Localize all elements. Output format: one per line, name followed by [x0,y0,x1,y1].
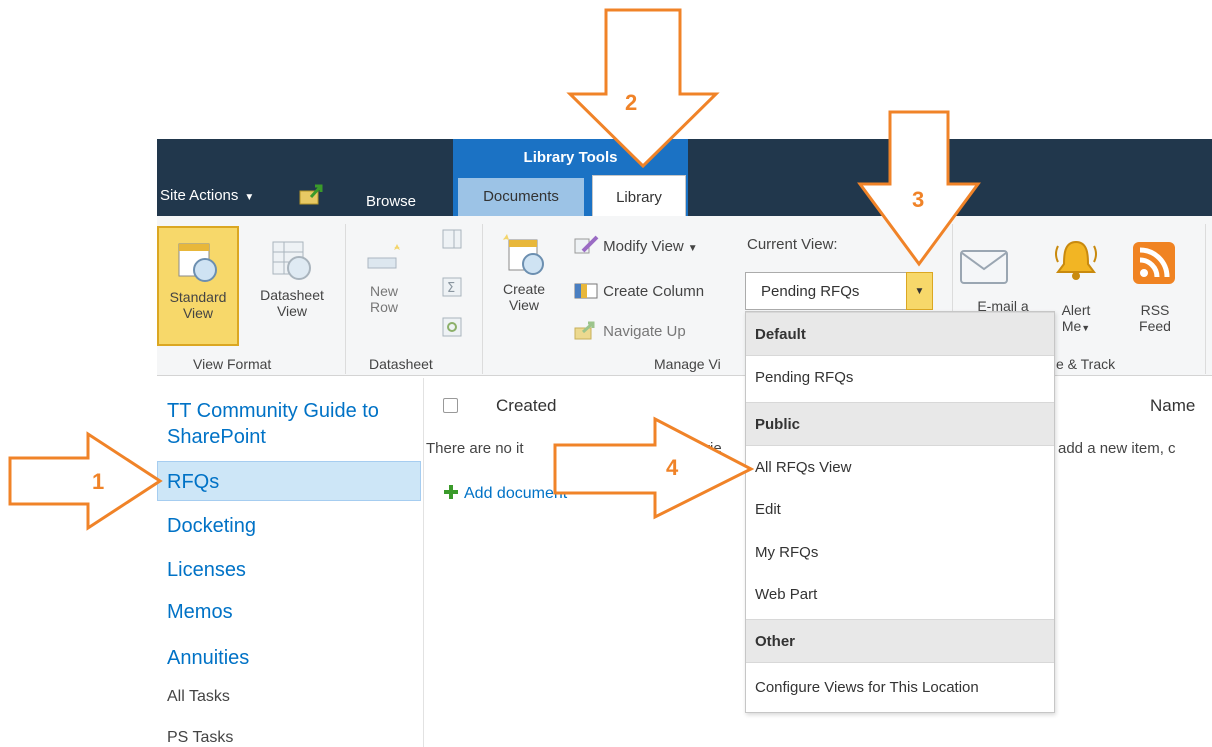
datasheet-view-icon [272,241,311,280]
modify-view-icon [574,235,599,254]
group-label-datasheet: Datasheet [369,356,433,372]
alert-me-label-text: Me [1061,318,1082,334]
navigate-up-small-icon [574,321,595,340]
new-row-label-2: Row [369,299,398,315]
caret-down-icon: ▼ [244,192,255,203]
annotation-arrow-2 [566,8,720,169]
standard-view-button[interactable]: Standard View [157,226,239,346]
standard-view-label-2: View [182,305,214,321]
create-column-button[interactable]: Create Column [573,280,704,300]
standard-view-label-1: Standard [169,289,227,305]
alert-me-button[interactable]: Alert Me▼ [1052,302,1100,342]
nav-item-rfqs[interactable]: RFQs [167,471,219,494]
annotation-arrow-4 [553,416,755,520]
datasheet-view-button[interactable]: Datasheet View [246,228,338,344]
group-divider [482,224,483,374]
column-header-created[interactable]: Created [496,396,556,416]
menu-item-my-rfqs[interactable]: My RFQs [755,544,818,561]
annotation-label-2: 2 [625,90,638,115]
create-column-label: Create Column [603,283,705,300]
new-row-icon [367,244,400,269]
site-title-link[interactable]: TT Community Guide to SharePoint [167,398,417,450]
left-nav-divider [423,378,424,747]
menu-group-default: Default [746,312,1054,356]
current-view-value: Pending RFQs [761,283,860,300]
nav-item-ps-tasks[interactable]: PS Tasks [167,729,233,747]
site-actions-menu[interactable]: Site Actions ▼ [160,187,254,204]
annotation-label-3: 3 [912,187,925,212]
group-divider [1205,224,1206,374]
standard-view-icon [178,243,217,282]
menu-item-edit[interactable]: Edit [755,501,781,518]
nav-item-memos[interactable]: Memos [167,601,233,624]
menu-group-public: Public [746,402,1054,446]
menu-item-configure-views[interactable]: Configure Views for This Location [755,679,979,696]
empty-list-message-end: add a new item, c [1058,440,1176,457]
group-label-manage-views: Manage Vi [654,356,721,372]
annotation-label-1: 1 [92,469,105,494]
nav-item-annuities[interactable]: Annuities [167,647,249,670]
alert-me-label-2: Me▼ [1052,318,1100,336]
tab-documents[interactable]: Documents [458,178,584,216]
group-label-view-format: View Format [193,356,272,372]
nav-item-licenses[interactable]: Licenses [167,559,246,582]
navigate-up-button[interactable]: Navigate Up [573,320,686,340]
navigate-up-label: Navigate Up [603,323,686,340]
create-view-label-1: Create [502,281,546,297]
refresh-data-icon[interactable] [441,316,463,338]
svg-text:Σ: Σ [447,281,455,296]
nav-item-all-tasks[interactable]: All Tasks [167,688,230,706]
create-view-button[interactable]: Create View [492,232,556,344]
select-all-checkbox[interactable] [443,398,458,413]
datasheet-view-label-2: View [276,303,308,319]
rss-feed-label-1: RSS [1140,302,1170,318]
tab-browse[interactable]: Browse [366,193,416,210]
menu-item-all-rfqs-view[interactable]: All RFQs View [755,459,851,476]
rss-feed-label-2: Feed [1139,318,1171,334]
modify-view-button[interactable]: Modify View ▼ [573,235,698,255]
alert-bell-icon[interactable] [1052,236,1100,286]
add-document-label: Add document [464,485,568,502]
menu-item-web-part[interactable]: Web Part [755,586,817,603]
caret-down-icon: ▼ [914,286,925,297]
annotation-arrow-1 [8,431,163,531]
menu-item-pending-rfqs[interactable]: Pending RFQs [755,369,853,386]
show-taskpane-icon[interactable] [441,228,463,250]
empty-list-message: There are no it [426,440,524,457]
datasheet-view-label-1: Datasheet [260,287,324,303]
add-document-link[interactable]: Add document [444,485,567,503]
navigate-up-icon[interactable] [299,183,325,205]
modify-view-label: Modify View [603,238,684,255]
rss-feed-button[interactable]: RSS Feed [1130,302,1180,342]
group-divider [345,224,346,374]
create-view-icon [503,234,544,275]
current-view-dropdown-button[interactable]: ▼ [906,272,933,310]
group-label-share-track: e & Track [1056,356,1116,372]
new-row-button[interactable]: New Row [355,240,413,344]
current-view-label: Current View: [747,236,838,253]
plus-icon [444,485,458,499]
annotation-label-4: 4 [666,455,679,480]
column-header-name[interactable]: Name [1150,396,1195,416]
tab-library[interactable]: Library [592,175,686,218]
alert-me-label-1: Alert [1061,302,1091,318]
nav-item-docketing[interactable]: Docketing [167,515,256,538]
caret-down-icon: ▼ [1081,323,1091,333]
caret-down-icon: ▼ [687,243,698,254]
menu-group-other: Other [746,619,1054,663]
create-column-icon [574,283,598,299]
rss-feed-icon[interactable] [1131,240,1177,286]
totals-icon[interactable]: Σ [441,276,463,298]
create-view-label-2: View [508,297,540,313]
site-actions-label: Site Actions [160,187,239,204]
new-row-label-1: New [369,283,398,299]
